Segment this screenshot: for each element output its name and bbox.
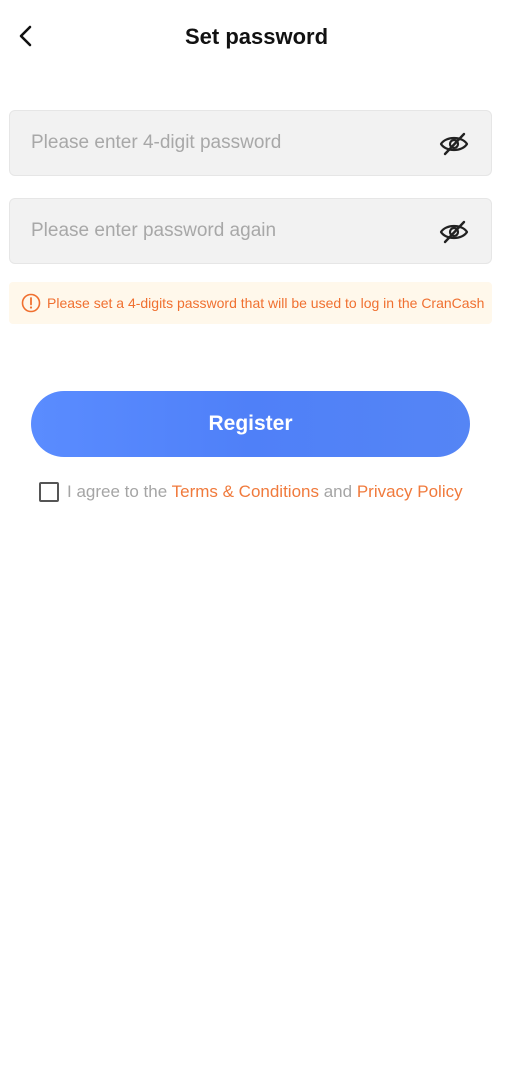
password-notice: Please set a 4-digits password that will…: [9, 282, 492, 324]
password-field[interactable]: [9, 110, 492, 176]
agreement-conjunction: and: [319, 482, 357, 501]
page-title: Set password: [184, 24, 329, 49]
register-button[interactable]: Register: [31, 391, 470, 457]
confirm-password-field[interactable]: [9, 198, 492, 264]
password-input[interactable]: [10, 111, 430, 175]
agreement-text: I agree to the Terms & Conditions and Pr…: [67, 482, 463, 502]
notice-text: Please set a 4-digits password that will…: [47, 295, 485, 311]
warning-circle-icon: [21, 293, 41, 313]
agreement-prefix: I agree to the: [67, 482, 172, 501]
agreement-checkbox[interactable]: [39, 482, 59, 502]
confirm-password-input[interactable]: [10, 199, 430, 263]
terms-link[interactable]: Terms & Conditions: [172, 482, 319, 501]
eye-hidden-icon[interactable]: [439, 219, 469, 245]
eye-hidden-icon[interactable]: [439, 131, 469, 157]
privacy-policy-link[interactable]: Privacy Policy: [357, 482, 463, 501]
top-bar: Set password: [0, 0, 513, 76]
